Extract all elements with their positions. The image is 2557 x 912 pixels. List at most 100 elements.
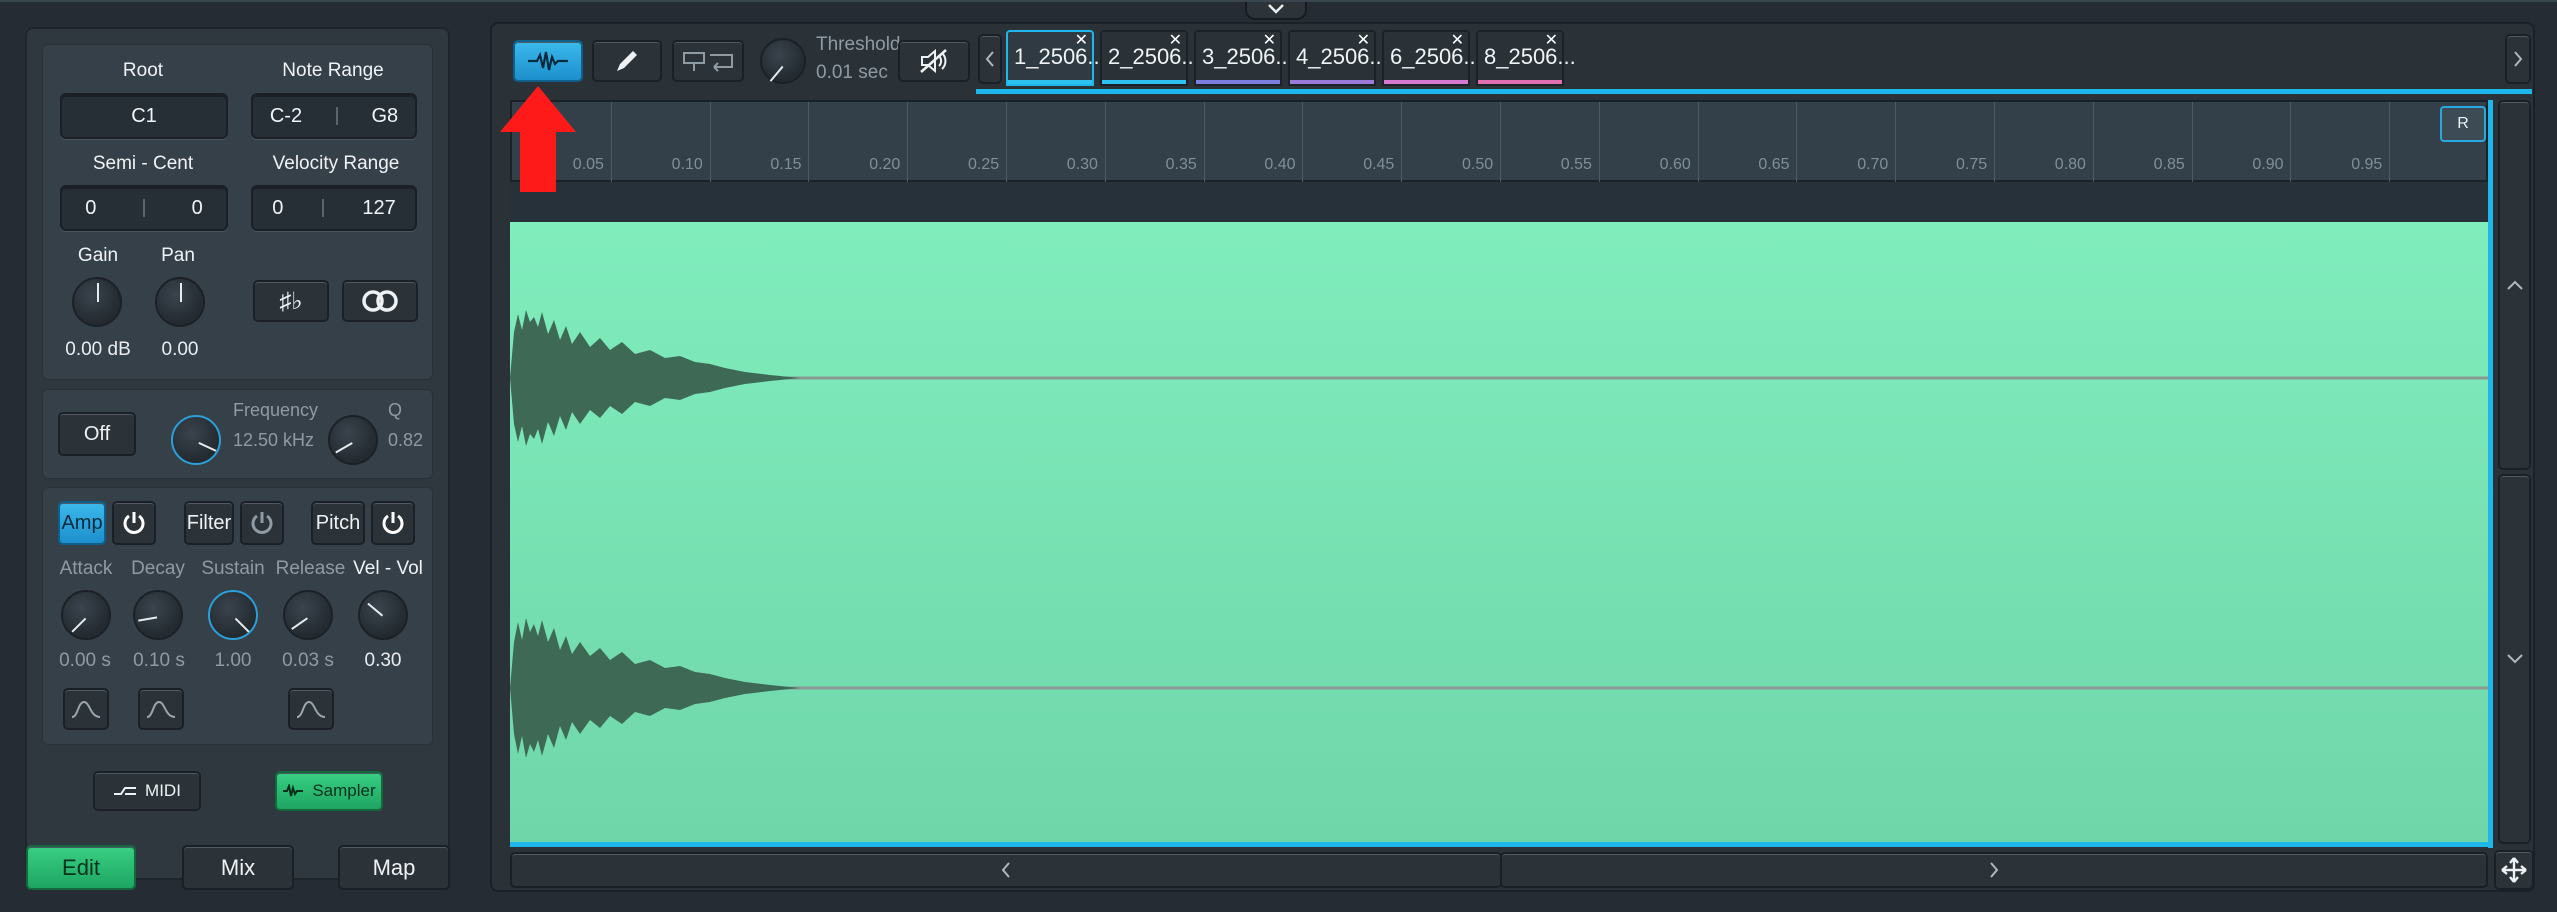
gain-knob[interactable] [72, 277, 122, 327]
zoom-out-vertical[interactable] [2498, 474, 2531, 844]
ruler-label: 0.25 [968, 156, 1000, 173]
filter-off-button[interactable]: Off [58, 412, 136, 456]
release-curve-button[interactable] [288, 688, 334, 730]
semi-value[interactable]: 0 [85, 197, 96, 220]
scroll-right-button[interactable] [1500, 852, 2488, 888]
attack-curve-button[interactable] [63, 688, 109, 730]
decay-curve-button[interactable] [138, 688, 184, 730]
tabs-scroll-left[interactable] [978, 34, 1002, 84]
ruler-label: 0.70 [1857, 156, 1889, 173]
curve-icon [146, 700, 176, 718]
pan-knob[interactable] [155, 277, 205, 327]
close-icon[interactable]: ✕ [1263, 30, 1276, 50]
amp-tab[interactable]: Amp [58, 501, 106, 545]
sample-tab[interactable]: 6_2506... ✕ [1382, 30, 1482, 86]
r-marker[interactable]: R [2440, 106, 2486, 142]
sample-tab[interactable]: 4_2506... ✕ [1288, 30, 1388, 86]
attack-label: Attack [59, 558, 113, 579]
scroll-left-button[interactable] [510, 852, 1502, 888]
note-range-low[interactable]: C-2 [270, 105, 302, 128]
sustain-knob[interactable] [208, 590, 258, 640]
ruler-tick [610, 102, 612, 182]
note-range-field[interactable]: C-2 G8 [251, 93, 417, 139]
map-tab[interactable]: Map [338, 845, 450, 890]
time-ruler[interactable]: 0.05 0.10 0.15 0.20 0.25 0.30 0.35 0.40 0.45 0.50… [510, 100, 2488, 182]
sample-tab[interactable]: 8_2506... ✕ [1476, 30, 1576, 86]
amp-power-button[interactable] [112, 501, 156, 545]
move-view-button[interactable] [2494, 850, 2534, 890]
attack-knob[interactable] [61, 590, 111, 640]
note-range-high[interactable]: G8 [371, 105, 398, 128]
filter-label: Filter [186, 511, 232, 534]
sample-tab-color-bar [1008, 80, 1092, 84]
ruler-tick [1401, 102, 1403, 182]
sample-tab[interactable]: 3_2506... ✕ [1194, 30, 1294, 86]
ruler-strip [510, 182, 2488, 222]
collapse-toggle[interactable] [1245, 0, 1307, 20]
release-knob[interactable] [283, 590, 333, 640]
frequency-value: 12.50 kHz [233, 430, 315, 450]
sample-tab[interactable]: 1_2506... ✕ [1006, 30, 1106, 86]
loop-slice-button[interactable] [672, 40, 744, 82]
waveform-display[interactable] [510, 222, 2488, 842]
chevron-down-icon [1268, 4, 1284, 14]
mute-button[interactable] [898, 40, 970, 82]
filter-tab[interactable]: Filter [184, 501, 234, 545]
sharp-flat-icon: ♯♭ [279, 287, 303, 315]
frequency-knob[interactable] [171, 415, 221, 465]
mix-tab[interactable]: Mix [182, 845, 294, 890]
close-icon[interactable]: ✕ [1357, 30, 1370, 50]
close-icon[interactable]: ✕ [1075, 30, 1088, 50]
sample-tab-color-bar [1196, 80, 1280, 84]
waveform-mode-button[interactable] [513, 40, 583, 82]
sample-tab-color-bar [1384, 80, 1468, 84]
midi-icon [114, 787, 137, 795]
sharp-flat-button[interactable]: ♯♭ [253, 280, 329, 322]
root-field[interactable]: C1 [60, 93, 228, 139]
pitch-tab[interactable]: Pitch [311, 501, 365, 545]
pitch-power-button[interactable] [371, 501, 415, 545]
cent-value[interactable]: 0 [192, 197, 203, 220]
knob-indicator [180, 283, 182, 302]
ruler-label: 0.35 [1165, 156, 1197, 173]
ruler-label: 0.40 [1264, 156, 1296, 173]
ruler-label: 0.20 [869, 156, 901, 173]
sample-tab-color-bar [1290, 80, 1374, 84]
filter-off-label: Off [83, 422, 111, 445]
close-icon[interactable]: ✕ [1451, 30, 1464, 50]
pitch-label: Pitch [315, 511, 361, 534]
velocity-range-field[interactable]: 0 127 [251, 185, 417, 231]
playhead-line[interactable] [2488, 100, 2493, 848]
tabs-scroll-right[interactable] [2505, 34, 2531, 84]
velvol-value: 0.30 [364, 650, 402, 671]
ruler-label: 0.50 [1462, 156, 1494, 173]
zoom-in-vertical[interactable] [2498, 100, 2531, 470]
pencil-tool-button[interactable] [592, 40, 662, 82]
loop-icon [362, 290, 398, 312]
map-label: Map [372, 854, 416, 880]
threshold-knob[interactable] [760, 38, 806, 84]
ruler-label: 0.10 [671, 156, 703, 173]
ruler-label: 0.65 [1758, 156, 1790, 173]
sampler-label: Sampler [312, 781, 376, 800]
semi-cent-field[interactable]: 00 [60, 185, 228, 231]
ruler-label: 0.95 [2351, 156, 2383, 173]
sampler-button[interactable]: Sampler [275, 771, 383, 811]
edit-tab[interactable]: Edit [26, 845, 136, 890]
decay-knob[interactable] [133, 590, 183, 640]
velocity-low[interactable]: 0 [272, 197, 283, 220]
q-knob[interactable] [328, 415, 378, 465]
sample-tab-color-bar [1478, 80, 1562, 84]
filter-power-button[interactable] [240, 501, 284, 545]
edit-label: Edit [62, 854, 100, 880]
chevron-right-icon [1990, 862, 1999, 878]
annotation-arrow [500, 86, 576, 192]
velocity-high[interactable]: 127 [362, 197, 395, 220]
loop-button[interactable] [342, 280, 418, 322]
velvol-knob[interactable] [358, 590, 408, 640]
close-icon[interactable]: ✕ [1169, 30, 1182, 50]
close-icon[interactable]: ✕ [1545, 30, 1558, 50]
midi-button[interactable]: MIDI [93, 771, 201, 811]
sample-tab[interactable]: 2_2506... ✕ [1100, 30, 1200, 86]
ruler-label: 0.80 [2054, 156, 2086, 173]
